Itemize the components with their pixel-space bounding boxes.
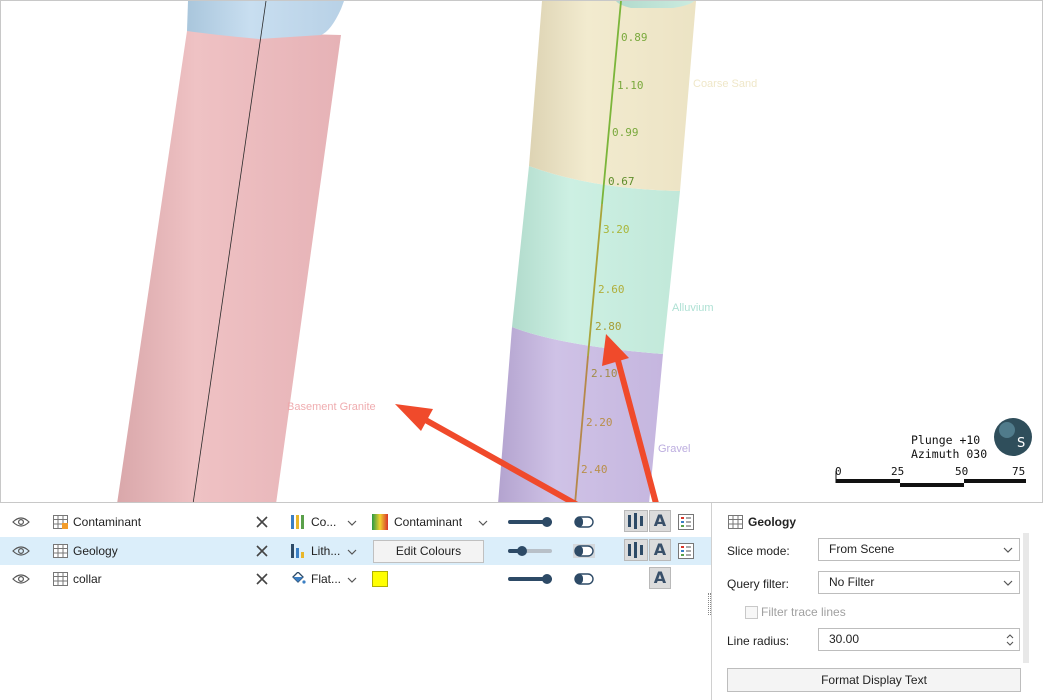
- spinner-arrows-icon[interactable]: [1005, 632, 1015, 648]
- table-icon: [53, 515, 68, 529]
- filter-trace-lines-checkbox[interactable]: [745, 606, 758, 619]
- text-display-button[interactable]: A: [649, 510, 671, 532]
- scale-label: 25: [891, 465, 905, 478]
- layer-row-contaminant[interactable]: Contaminant Co... Contaminant A: [0, 508, 711, 536]
- line-radius-value: 30.00: [829, 632, 860, 646]
- layer-row-geology[interactable]: Geology Lith... Edit Colours A: [0, 537, 711, 565]
- table-icon: [728, 515, 743, 529]
- panel-scrollbar[interactable]: [1023, 533, 1029, 663]
- depth-label: 0.99: [612, 126, 639, 139]
- legend-icon[interactable]: [678, 543, 694, 559]
- svg-text:S: S: [1017, 436, 1025, 451]
- azimuth-text: Azimuth 030: [911, 447, 988, 461]
- close-icon[interactable]: [254, 571, 270, 587]
- scale-bar: [835, 471, 1026, 487]
- chevron-down-icon: [1003, 580, 1013, 586]
- table-icon: [53, 572, 68, 586]
- orientation-ball-icon[interactable]: S: [994, 418, 1032, 456]
- chevron-down-icon: [1003, 547, 1013, 553]
- panel-splitter[interactable]: [708, 593, 711, 615]
- slice-mode-select[interactable]: From Scene: [818, 538, 1020, 561]
- depth-label: 2.80: [595, 320, 622, 333]
- colour-mode-label[interactable]: Lith...: [311, 544, 340, 558]
- layer-row-collar[interactable]: collar Flat... A: [0, 565, 711, 593]
- depth-label: 3.20: [603, 223, 630, 236]
- slice-mode-label: Slice mode:: [727, 544, 790, 558]
- colour-mode-icon: [291, 515, 304, 529]
- opacity-slider[interactable]: [508, 517, 554, 527]
- layer-name: Geology: [73, 544, 118, 558]
- scale-label: 75: [1012, 465, 1026, 478]
- layer-list: Contaminant Co... Contaminant A Geology …: [0, 503, 712, 700]
- depth-label: 1.10: [617, 79, 644, 92]
- query-filter-value: No Filter: [829, 575, 875, 589]
- close-icon[interactable]: [254, 543, 270, 559]
- unit-label-gravel: Gravel: [658, 443, 691, 455]
- chevron-down-icon[interactable]: [346, 547, 358, 557]
- chevron-down-icon[interactable]: [477, 518, 489, 528]
- unit-label-coarse-sand: Coarse Sand: [693, 78, 758, 90]
- layer-name: collar: [73, 572, 102, 586]
- depth-label: 2.10: [591, 367, 618, 380]
- chevron-down-icon[interactable]: [346, 575, 358, 585]
- close-icon[interactable]: [254, 514, 270, 530]
- colour-mode-label[interactable]: Flat...: [311, 572, 341, 586]
- format-display-text-button[interactable]: Format Display Text: [727, 668, 1021, 692]
- scene-canvas: S: [117, 1, 1032, 502]
- line-radius-spinbox[interactable]: 30.00: [818, 628, 1020, 651]
- depth-label: 0.89: [621, 31, 648, 44]
- eye-icon[interactable]: [12, 515, 30, 529]
- filter-trace-lines-label: Filter trace lines: [761, 605, 846, 619]
- legend-icon[interactable]: [678, 514, 694, 530]
- layer-name: Contaminant: [73, 515, 142, 529]
- depth-label: 2.40: [581, 463, 608, 476]
- slice-mode-value: From Scene: [829, 542, 895, 556]
- query-filter-select[interactable]: No Filter: [818, 571, 1020, 594]
- properties-title: Geology: [748, 515, 797, 529]
- colour-mode-label[interactable]: Co...: [311, 515, 336, 529]
- line-radius-label: Line radius:: [727, 634, 790, 648]
- drillhole-left: [117, 1, 344, 502]
- cylinder-icon[interactable]: [573, 515, 595, 529]
- depth-label: 2.60: [598, 283, 625, 296]
- cylinder-icon[interactable]: [573, 572, 595, 586]
- bottom-panel: Contaminant Co... Contaminant A Geology …: [0, 503, 1043, 700]
- depth-label: 0.67: [608, 175, 635, 188]
- unit-label-alluvium: Alluvium: [672, 302, 714, 314]
- colour-value-label[interactable]: Contaminant: [394, 515, 462, 529]
- scale-label: 50: [955, 465, 969, 478]
- chevron-down-icon[interactable]: [346, 518, 358, 528]
- eye-icon[interactable]: [12, 544, 30, 558]
- text-display-button[interactable]: A: [649, 567, 671, 589]
- properties-panel: Geology Slice mode: From Scene Query fil…: [712, 503, 1043, 700]
- cylinder-icon[interactable]: [573, 544, 595, 558]
- bars-toggle-button[interactable]: [624, 510, 648, 532]
- unit-label-basement-granite: Basement Granite: [287, 401, 376, 413]
- opacity-slider[interactable]: [508, 546, 554, 556]
- table-icon: [53, 544, 68, 558]
- gradient-icon: [372, 514, 388, 530]
- opacity-slider[interactable]: [508, 574, 554, 584]
- orientation-readout: Plunge +10 Azimuth 030: [911, 433, 987, 461]
- colour-swatch[interactable]: [372, 571, 388, 587]
- lithology-icon: [291, 544, 304, 558]
- query-filter-label: Query filter:: [727, 577, 790, 591]
- eye-icon[interactable]: [12, 572, 30, 586]
- depth-label: 2.20: [586, 416, 613, 429]
- paint-bucket-icon: [292, 572, 306, 584]
- edit-colours-button[interactable]: Edit Colours: [373, 540, 484, 563]
- scale-label: 0: [835, 465, 842, 478]
- scene-viewport[interactable]: S 0.89 1.10 0.99 0.67 3.20 2.60 2.80 2.1…: [0, 0, 1043, 503]
- plunge-text: Plunge +10: [911, 433, 981, 447]
- bars-toggle-button[interactable]: [624, 539, 648, 561]
- text-display-button[interactable]: A: [649, 539, 671, 561]
- interval-basement-granite: [117, 31, 341, 502]
